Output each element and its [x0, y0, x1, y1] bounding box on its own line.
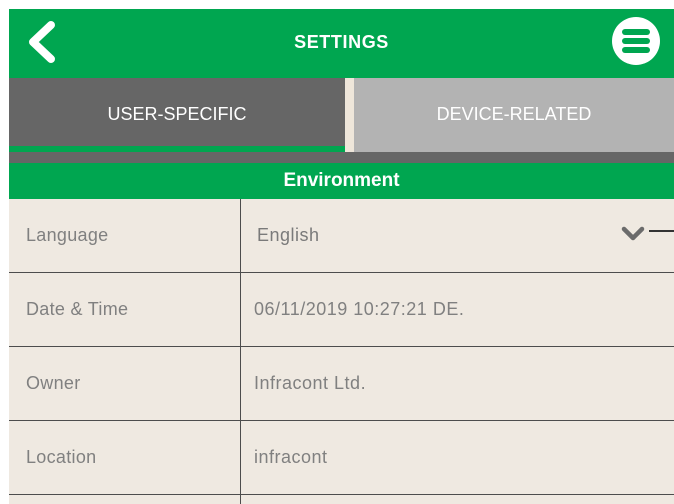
- dropdown-toggle[interactable]: [621, 225, 645, 243]
- column-divider: [240, 199, 241, 273]
- column-divider: [240, 421, 241, 495]
- menu-button[interactable]: [612, 17, 660, 65]
- tab-device-related[interactable]: DEVICE-RELATED: [354, 78, 674, 152]
- hamburger-menu-icon: [622, 29, 650, 53]
- column-divider: [240, 273, 241, 347]
- column-divider: [240, 495, 241, 504]
- setting-value[interactable]: 06/11/2019 10:27:21 DE.: [254, 273, 464, 346]
- settings-screen: SETTINGS USER-SPECIFIC DEVICE-RELATED En…: [9, 9, 674, 504]
- page-title: SETTINGS: [294, 32, 389, 52]
- section-header-environment: Environment: [9, 163, 674, 199]
- chevron-down-icon: [621, 226, 645, 241]
- setting-label: Owner: [26, 373, 81, 393]
- tab-label: USER-SPECIFIC: [107, 104, 247, 124]
- tab-label: DEVICE-RELATED: [436, 104, 592, 124]
- setting-label: Location: [26, 447, 97, 467]
- setting-label: Language: [26, 225, 109, 245]
- settings-list: Language English Date & Time 06/11/2019 …: [9, 199, 674, 504]
- setting-row-date-time: Date & Time 06/11/2019 10:27:21 DE.: [9, 273, 674, 347]
- pointer-line: [649, 230, 674, 232]
- setting-row-language: Language English: [9, 199, 674, 273]
- setting-value[interactable]: Infracont Ltd.: [254, 347, 366, 420]
- tab-bottom-strip: [9, 152, 674, 163]
- setting-row-partial: [9, 495, 674, 504]
- setting-label: Date & Time: [26, 299, 129, 319]
- tab-bar: USER-SPECIFIC DEVICE-RELATED: [9, 78, 674, 152]
- column-divider: [240, 347, 241, 421]
- setting-value[interactable]: infracont: [254, 421, 328, 494]
- tab-separator: [345, 78, 354, 152]
- app-header: SETTINGS: [9, 9, 674, 78]
- setting-row-location: Location infracont: [9, 421, 674, 495]
- tab-user-specific[interactable]: USER-SPECIFIC: [9, 78, 345, 152]
- language-select[interactable]: English: [257, 199, 320, 272]
- setting-row-owner: Owner Infracont Ltd.: [9, 347, 674, 421]
